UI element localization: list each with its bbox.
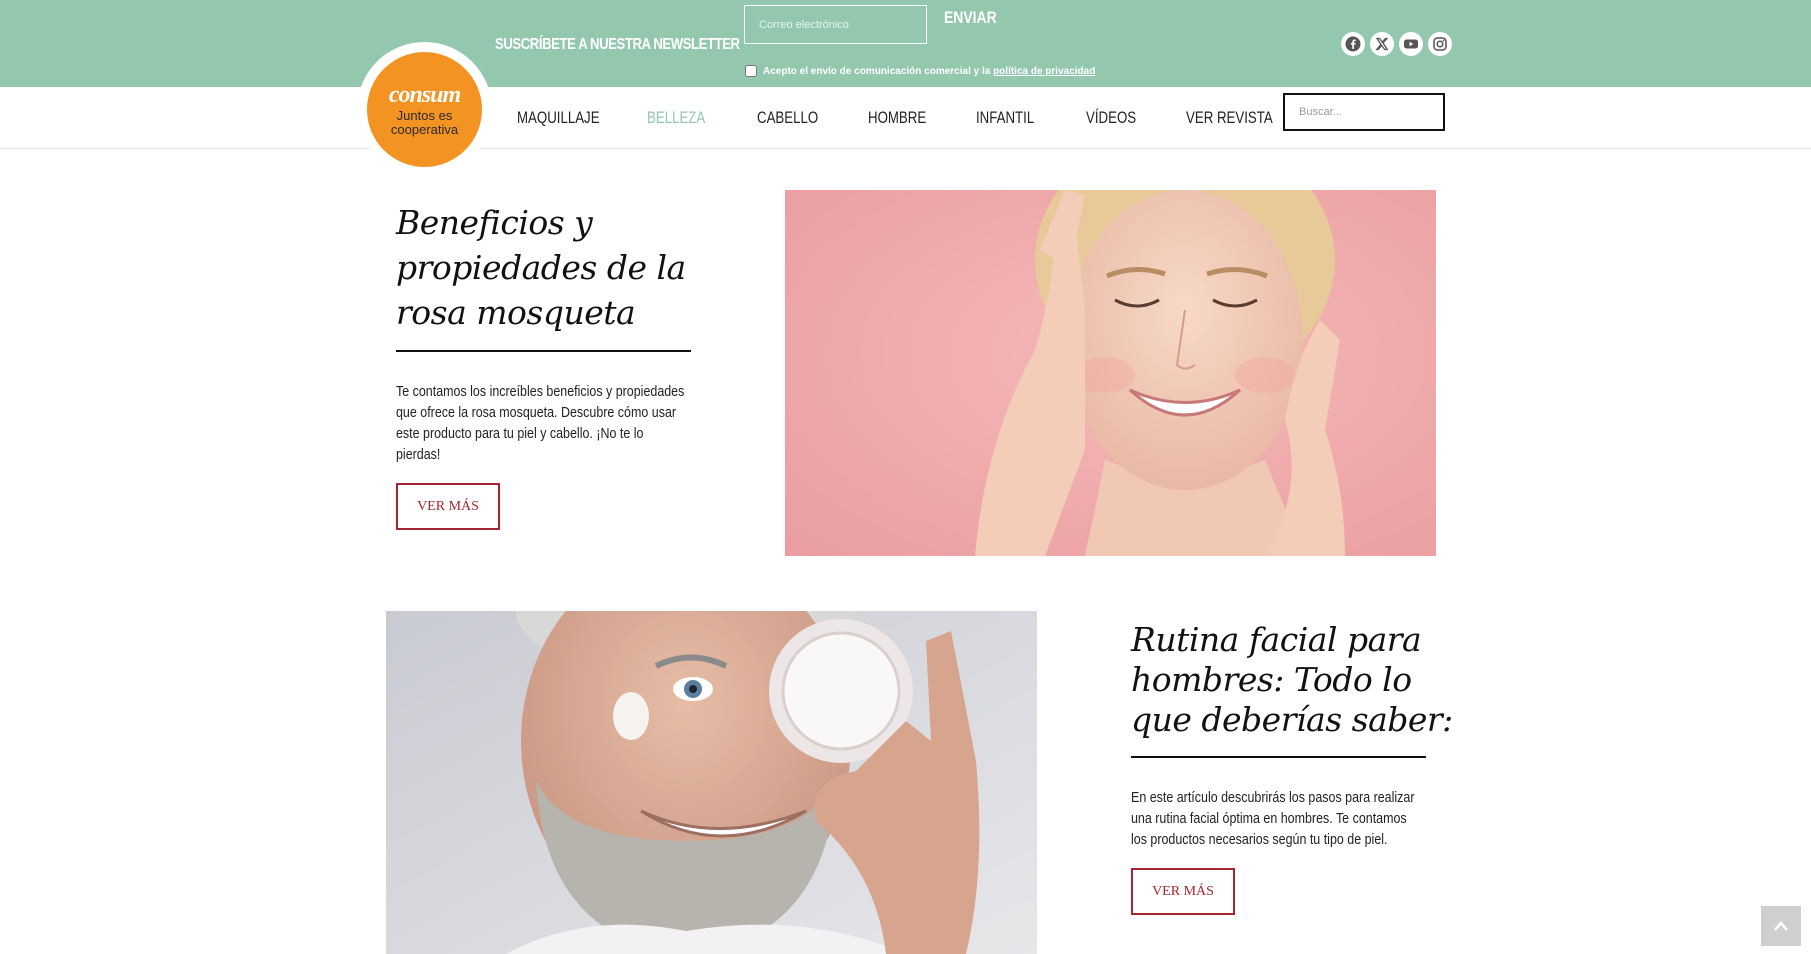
article-2-divider bbox=[1131, 756, 1426, 758]
article-2-excerpt-line-2: una rutina facial óptima en hombres. Te … bbox=[1131, 811, 1407, 827]
search-input[interactable] bbox=[1283, 93, 1445, 131]
logo-tagline-1: Juntos es bbox=[396, 107, 453, 123]
youtube-icon[interactable] bbox=[1399, 32, 1423, 56]
instagram-icon[interactable] bbox=[1428, 32, 1452, 56]
nav-item-maquillaje[interactable]: MAQUILLAJE bbox=[517, 108, 600, 128]
article-1-image[interactable] bbox=[785, 190, 1436, 556]
article-2-excerpt-line-3: los productos necesarios según tu tipo d… bbox=[1131, 832, 1388, 848]
article-1-read-more-button[interactable]: VER MÁS bbox=[396, 483, 500, 530]
newsletter-consent: Acepto el envío de comunicación comercia… bbox=[745, 65, 1095, 77]
facebook-icon[interactable] bbox=[1341, 32, 1365, 56]
logo-tagline-2: cooperativa bbox=[390, 121, 459, 137]
nav-item-hombre[interactable]: HOMBRE bbox=[868, 108, 926, 128]
nav-item-infantil[interactable]: INFANTIL bbox=[976, 108, 1034, 128]
article-1-excerpt-line-4: pierdas! bbox=[396, 447, 441, 463]
privacy-policy-link[interactable]: política de privacidad bbox=[993, 66, 1095, 77]
article-1-excerpt-line-3: este producto para tu piel y cabello. ¡N… bbox=[396, 426, 644, 442]
article-1-excerpt-line-2: que ofrece la rosa mosqueta. Descubre có… bbox=[396, 405, 677, 421]
article-1-excerpt: Te contamos los increíbles beneficios y … bbox=[396, 382, 688, 466]
logo-badge: consum Juntos es cooperativa bbox=[367, 52, 482, 167]
article-1-title-line-1: Beneficios y bbox=[396, 203, 593, 242]
x-icon[interactable] bbox=[1370, 32, 1394, 56]
newsletter-band: Suscríbete a nuestra newsletter ENVIAR A… bbox=[0, 0, 1811, 87]
article-1-title[interactable]: Beneficios y propiedades de la rosa mosq… bbox=[396, 200, 686, 335]
article-2-excerpt: En este artículo descubrirás los pasos p… bbox=[1131, 788, 1423, 851]
article-1-divider bbox=[396, 350, 691, 352]
article-2-title-line-2: hombres: Todo lo bbox=[1131, 660, 1412, 699]
consent-text: Acepto el envío de comunicación comercia… bbox=[763, 65, 994, 77]
article-2-excerpt-line-1: En este artículo descubrirás los pasos p… bbox=[1131, 790, 1415, 806]
nav-item-videos[interactable]: VÍDEOS bbox=[1086, 108, 1136, 128]
article-2-image[interactable] bbox=[386, 611, 1037, 954]
nav-item-cabello[interactable]: CABELLO bbox=[757, 108, 818, 128]
nav-item-belleza[interactable]: BELLEZA bbox=[647, 108, 705, 128]
article-1-title-line-3: rosa mosqueta bbox=[396, 293, 636, 332]
consent-checkbox[interactable] bbox=[745, 65, 757, 77]
article-2-title-line-3: que deberías saber: bbox=[1131, 700, 1453, 739]
logo-brand: consum bbox=[388, 81, 461, 108]
newsletter-title: Suscríbete a nuestra newsletter bbox=[495, 36, 740, 53]
article-2-read-more-button[interactable]: VER MÁS bbox=[1131, 868, 1235, 915]
social-links bbox=[1341, 32, 1452, 56]
newsletter-email-input[interactable] bbox=[744, 5, 927, 44]
chevron-up-icon bbox=[1774, 921, 1788, 931]
main-nav: MAQUILLAJE BELLEZA CABELLO HOMBRE INFANT… bbox=[0, 87, 1811, 149]
article-2-title[interactable]: Rutina facial para hombres: Todo lo que … bbox=[1131, 620, 1453, 740]
newsletter-send-button[interactable]: ENVIAR bbox=[944, 8, 997, 28]
main-navbar: MAQUILLAJE BELLEZA CABELLO HOMBRE INFANT… bbox=[0, 87, 1811, 149]
back-to-top-button[interactable] bbox=[1761, 906, 1801, 946]
article-2-title-line-1: Rutina facial para bbox=[1131, 620, 1422, 659]
article-1-title-line-2: propiedades de la bbox=[396, 248, 686, 287]
logo[interactable]: consum Juntos es cooperativa bbox=[357, 42, 492, 177]
article-1-excerpt-line-1: Te contamos los increíbles beneficios y … bbox=[396, 384, 685, 400]
nav-item-ver-revista[interactable]: VER REVISTA bbox=[1186, 108, 1273, 128]
